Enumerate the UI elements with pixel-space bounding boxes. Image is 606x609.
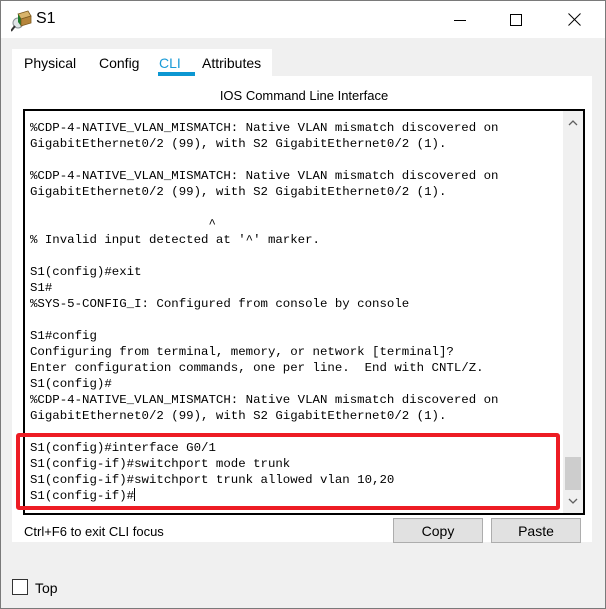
cli-focus-hint: Ctrl+F6 to exit CLI focus [24, 524, 164, 539]
close-button[interactable] [551, 1, 597, 38]
terminal-line: Configuring from terminal, memory, or ne… [30, 345, 454, 359]
tab-cli[interactable]: CLI [159, 55, 181, 71]
cli-heading: IOS Command Line Interface [219, 88, 389, 103]
scroll-down-button[interactable] [563, 491, 583, 511]
tab-bar: Physical Config CLI Attributes [12, 49, 272, 77]
maximize-button[interactable] [493, 1, 539, 38]
terminal-line: %CDP-4-NATIVE_VLAN_MISMATCH: Native VLAN… [30, 393, 499, 407]
paste-button[interactable]: Paste [491, 518, 581, 543]
chevron-down-icon [568, 498, 578, 504]
device-window: S1 Physical Config CLI Attributes IOS Co… [0, 0, 606, 609]
terminal-output[interactable]: %CDP-4-NATIVE_VLAN_MISMATCH: Native VLAN… [30, 120, 498, 504]
terminal-line: S1(config-if)#switchport mode trunk [30, 457, 291, 471]
tab-attributes[interactable]: Attributes [202, 55, 261, 71]
terminal-line: S1(config)# [30, 377, 112, 391]
cli-terminal[interactable]: %CDP-4-NATIVE_VLAN_MISMATCH: Native VLAN… [23, 109, 585, 515]
terminal-prompt: S1(config-if)# [30, 489, 135, 503]
chevron-up-icon [568, 120, 578, 126]
terminal-line: S1# [30, 281, 53, 295]
terminal-line: %SYS-5-CONFIG_I: Configured from console… [30, 297, 410, 311]
terminal-line: Enter configuration commands, one per li… [30, 361, 484, 375]
terminal-line: S1(config)#exit [30, 265, 142, 279]
vertical-scrollbar[interactable] [563, 111, 583, 513]
terminal-line: GigabitEthernet0/2 (99), with S2 Gigabit… [30, 185, 447, 199]
maximize-icon [510, 13, 522, 26]
window-title: S1 [36, 10, 56, 27]
scroll-thumb[interactable] [565, 457, 581, 490]
terminal-line: S1(config)#interface G0/1 [30, 441, 216, 455]
terminal-line: GigabitEthernet0/2 (99), with S2 Gigabit… [30, 137, 447, 151]
close-icon [567, 13, 581, 26]
minimize-icon [454, 19, 466, 21]
scroll-up-button[interactable] [563, 113, 583, 133]
terminal-line: S1#config [30, 329, 97, 343]
terminal-line: % Invalid input detected at '^' marker. [30, 233, 320, 247]
title-bar[interactable]: S1 [1, 1, 605, 38]
terminal-line: %CDP-4-NATIVE_VLAN_MISMATCH: Native VLAN… [30, 169, 499, 183]
terminal-line: ^ [30, 217, 216, 231]
terminal-line: %CDP-4-NATIVE_VLAN_MISMATCH: Native VLAN… [30, 121, 499, 135]
text-cursor [134, 488, 136, 501]
packet-tracer-switch-icon [10, 10, 32, 32]
top-checkbox[interactable] [12, 579, 28, 595]
tab-config[interactable]: Config [99, 55, 139, 71]
top-checkbox-label[interactable]: Top [35, 580, 58, 596]
terminal-line: S1(config-if)#switchport trunk allowed v… [30, 473, 395, 487]
tab-physical[interactable]: Physical [24, 55, 76, 71]
minimize-button[interactable] [437, 1, 483, 38]
terminal-prompt-line: S1(config-if)# [30, 488, 498, 504]
terminal-line: GigabitEthernet0/2 (99), with S2 Gigabit… [30, 409, 447, 423]
copy-button[interactable]: Copy [393, 518, 483, 543]
